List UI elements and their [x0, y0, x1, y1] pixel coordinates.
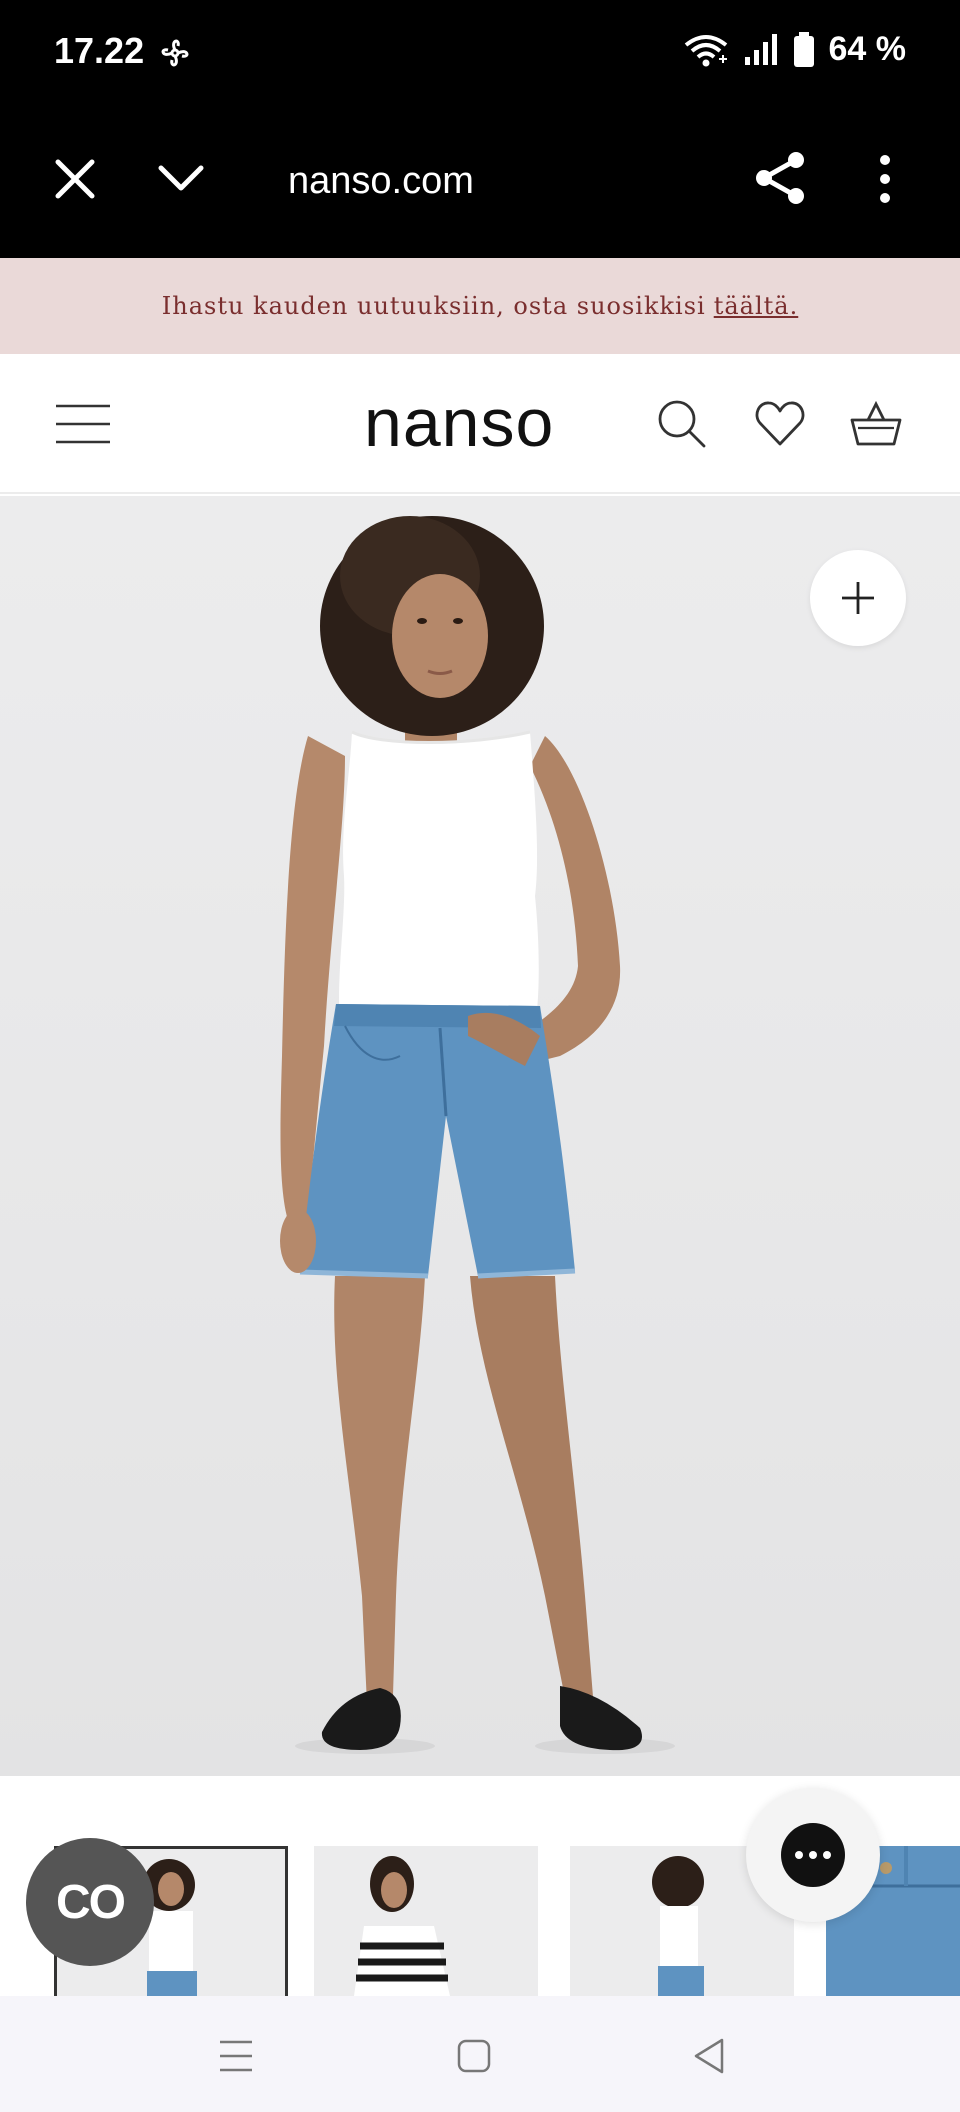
product-image[interactable] — [0, 496, 960, 1776]
thumbnail-image — [354, 1856, 450, 1996]
share-icon[interactable] — [752, 150, 808, 206]
chevron-down-icon[interactable] — [156, 154, 206, 204]
cobrowse-button[interactable]: CO — [26, 1838, 154, 1966]
fan-icon — [161, 39, 189, 67]
wifi-icon — [684, 34, 727, 66]
status-icons: 64 % — [683, 30, 907, 69]
system-nav-bar — [0, 1996, 960, 2112]
more-vert-icon[interactable] — [870, 154, 900, 204]
basket-icon[interactable] — [850, 398, 902, 450]
back-icon[interactable] — [690, 2036, 730, 2076]
browser-toolbar: nanso.com — [0, 104, 960, 258]
thumbnail-2[interactable] — [314, 1846, 538, 1996]
battery-icon — [793, 31, 814, 67]
site-logo[interactable]: nanso — [364, 384, 554, 462]
chat-icon — [781, 1823, 845, 1887]
heart-icon[interactable] — [754, 398, 806, 450]
site-header: nanso — [0, 354, 960, 494]
model-photo — [280, 516, 675, 1754]
zoom-button[interactable] — [810, 550, 906, 646]
battery-percent: 64 % — [828, 30, 907, 68]
close-icon[interactable] — [50, 154, 100, 204]
cobrowse-label: CO — [56, 1875, 126, 1929]
promo-link[interactable]: täältä. — [714, 292, 799, 320]
search-icon[interactable] — [656, 398, 708, 450]
status-time: 17.22 — [54, 30, 145, 71]
home-icon[interactable] — [454, 2036, 494, 2076]
plus-icon — [842, 582, 874, 614]
signal-icon — [744, 33, 777, 65]
status-bar: 17.22 64 % — [0, 0, 960, 104]
promo-banner: Ihastu kauden uutuuksiin, osta suosikkis… — [0, 258, 960, 354]
recent-apps-icon[interactable] — [216, 2036, 256, 2076]
chat-button[interactable] — [746, 1788, 880, 1922]
hamburger-menu-icon[interactable] — [54, 402, 112, 446]
url-text[interactable]: nanso.com — [288, 160, 474, 203]
promo-text: Ihastu kauden uutuuksiin, osta suosikkis… — [161, 292, 706, 320]
